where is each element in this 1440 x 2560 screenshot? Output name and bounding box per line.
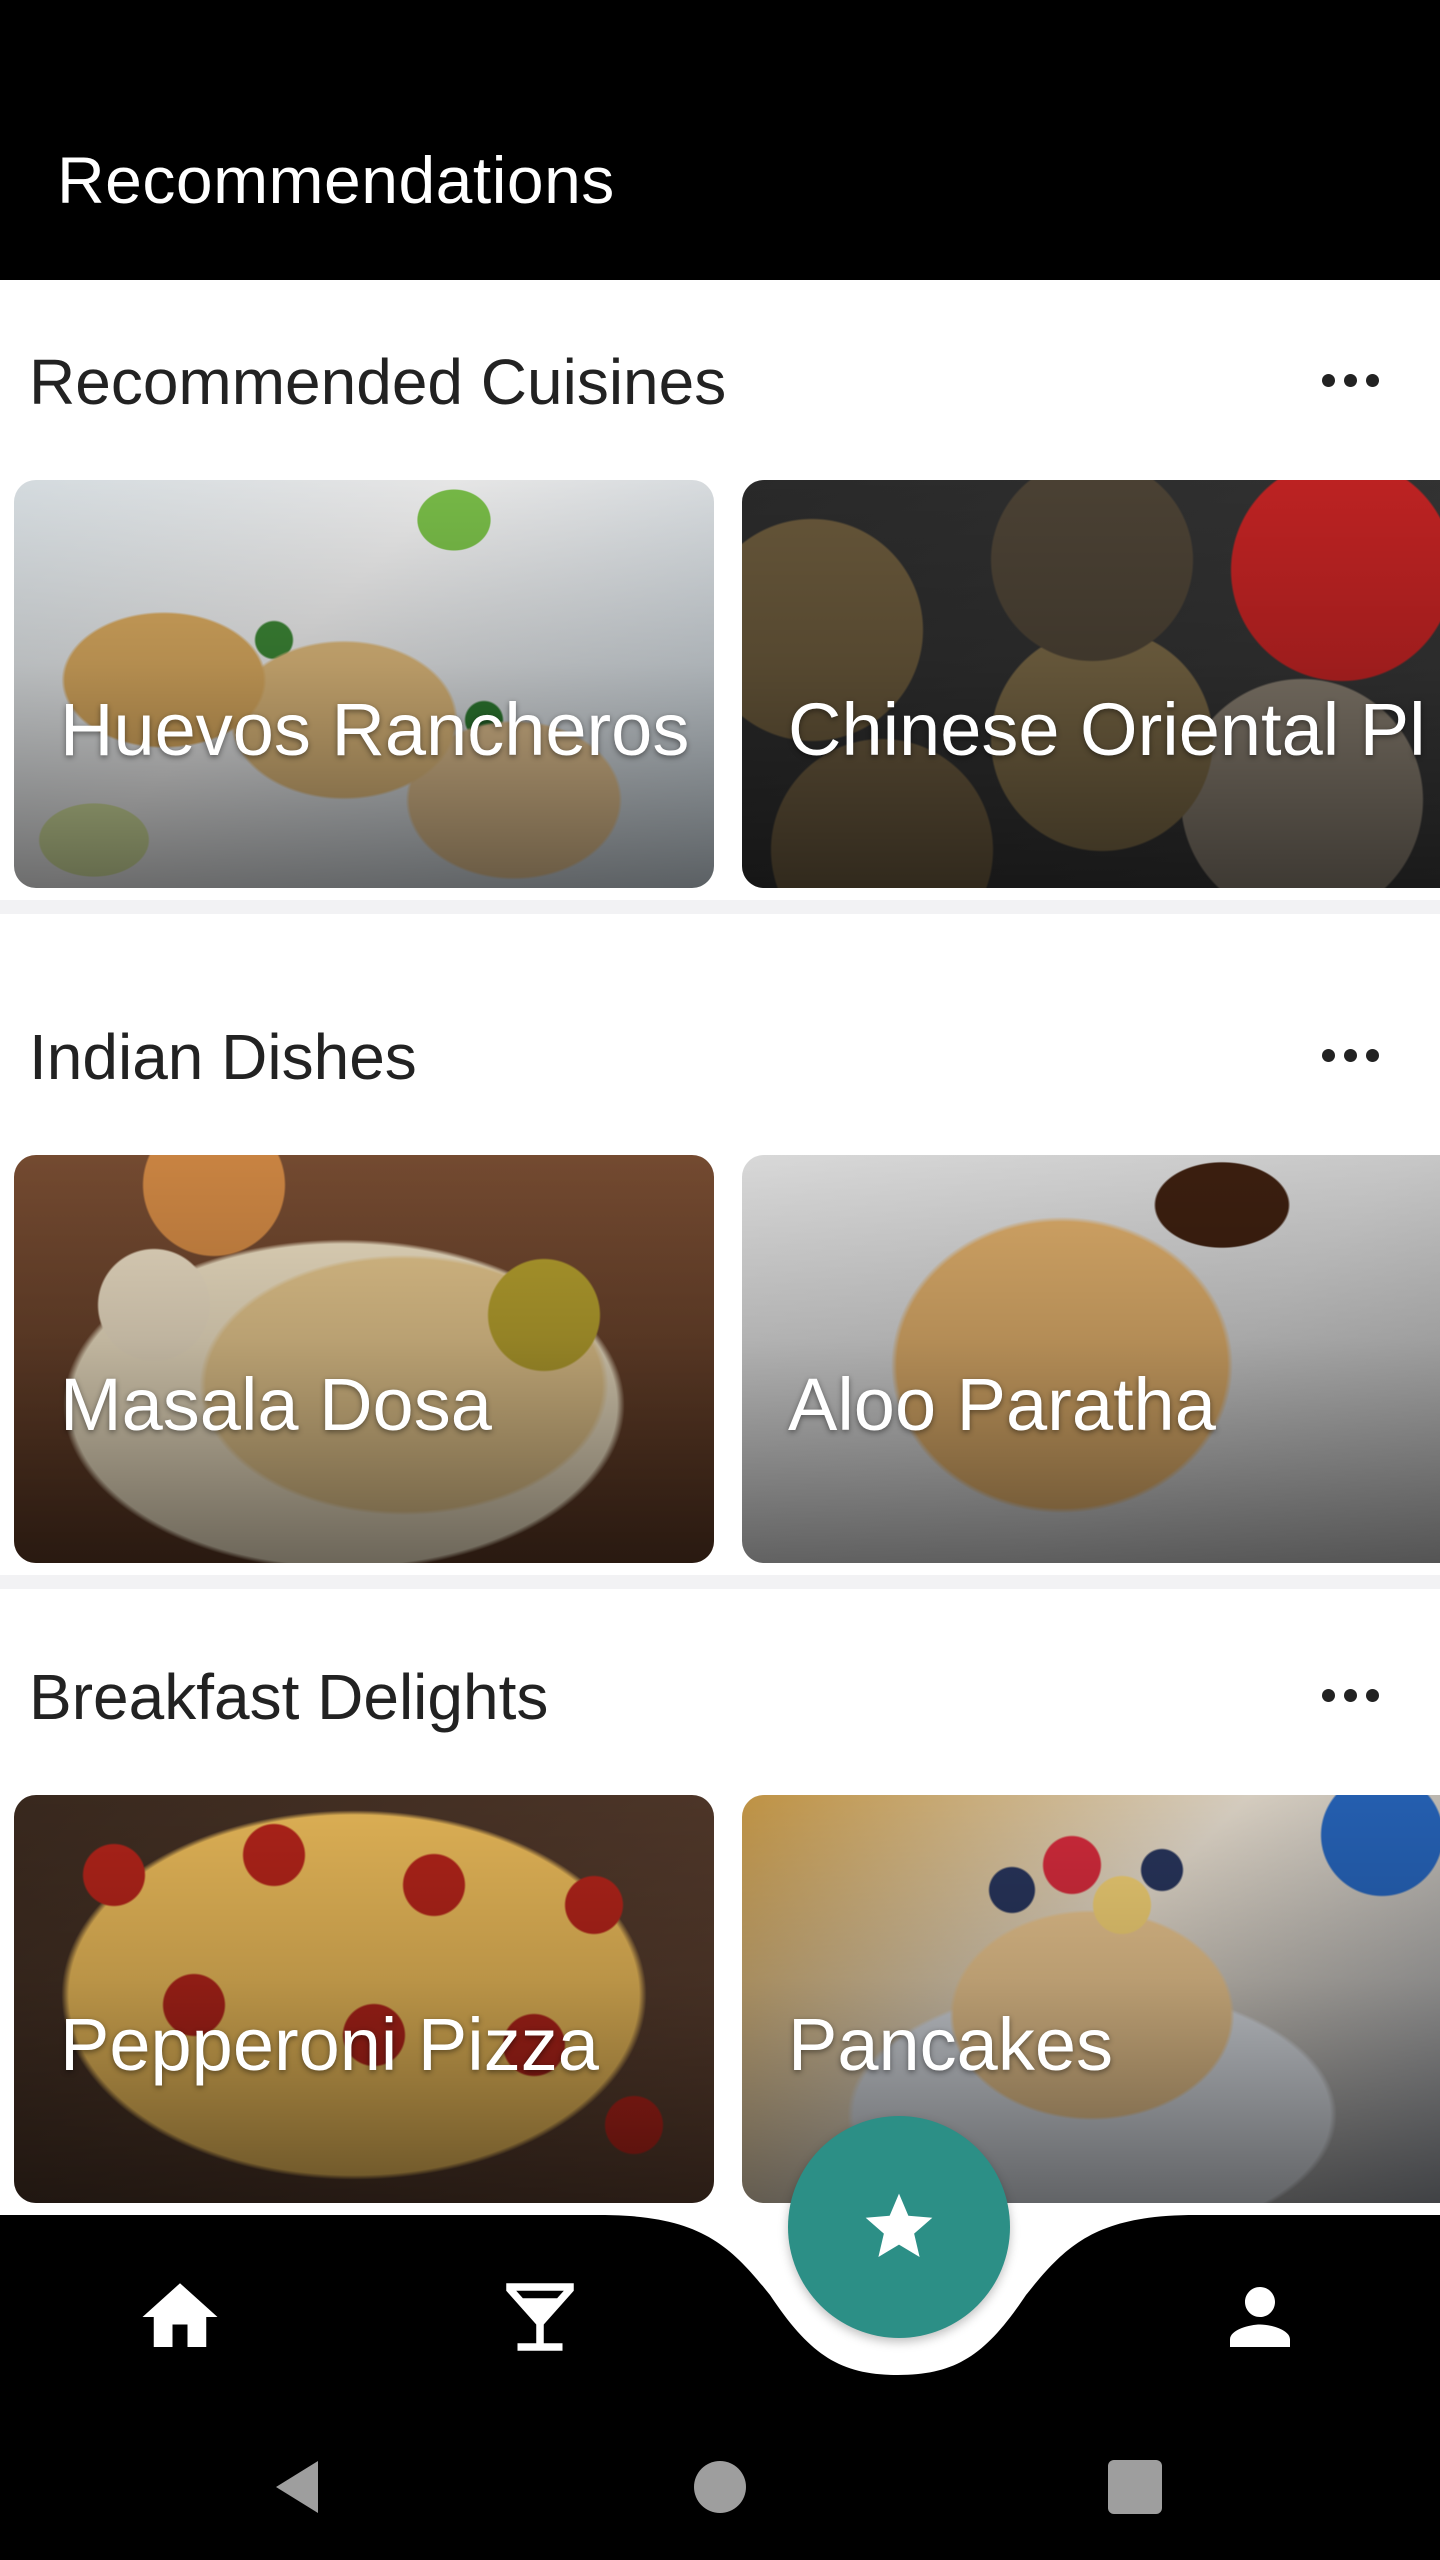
section-heading: Recommended Cuisines — [29, 346, 727, 418]
section-heading: Indian Dishes — [29, 1021, 417, 1093]
card-label: Pepperoni Pizza — [60, 2003, 599, 2086]
recipe-card-chinese-oriental[interactable]: Chinese Oriental Pl — [742, 480, 1440, 888]
divider — [0, 900, 1440, 914]
star-icon — [865, 2193, 933, 2257]
recipe-card-aloo-paratha[interactable]: Aloo Paratha — [742, 1155, 1440, 1563]
divider — [0, 1575, 1440, 1589]
card-label: Masala Dosa — [60, 1363, 492, 1446]
more-options-icon[interactable] — [1308, 1665, 1392, 1725]
card-label: Chinese Oriental Pl — [788, 688, 1426, 771]
home-icon[interactable] — [135, 2272, 225, 2362]
more-options-icon[interactable] — [1308, 1025, 1392, 1085]
section-breakfast-delights: Breakfast Delights Pepperoni Pizza Panca… — [0, 1595, 1440, 2215]
section-recommended-cuisines: Recommended Cuisines Huevos Rancheros Ch… — [0, 280, 1440, 914]
section-indian-dishes: Indian Dishes Masala Dosa Aloo Paratha — [0, 955, 1440, 1589]
card-label: Pancakes — [788, 2003, 1113, 2086]
bottom-navigation — [0, 2215, 1440, 2415]
person-icon[interactable] — [1215, 2272, 1305, 2362]
app-bar: Recommendations — [0, 0, 1440, 280]
recents-icon[interactable] — [1095, 2447, 1175, 2527]
card-label: Aloo Paratha — [788, 1363, 1216, 1446]
back-icon[interactable] — [260, 2447, 340, 2527]
more-options-icon[interactable] — [1308, 350, 1392, 410]
recipe-card-huevos-rancheros[interactable]: Huevos Rancheros — [14, 480, 714, 888]
system-navigation-bar — [0, 2415, 1440, 2560]
recipe-card-pepperoni-pizza[interactable]: Pepperoni Pizza — [14, 1795, 714, 2203]
home-circle-icon[interactable] — [680, 2447, 760, 2527]
cocktail-icon[interactable] — [495, 2272, 585, 2362]
recipe-card-masala-dosa[interactable]: Masala Dosa — [14, 1155, 714, 1563]
section-heading: Breakfast Delights — [29, 1661, 549, 1733]
favorites-fab[interactable] — [788, 2116, 1010, 2338]
card-label: Huevos Rancheros — [60, 688, 690, 771]
page-title: Recommendations — [57, 143, 615, 217]
